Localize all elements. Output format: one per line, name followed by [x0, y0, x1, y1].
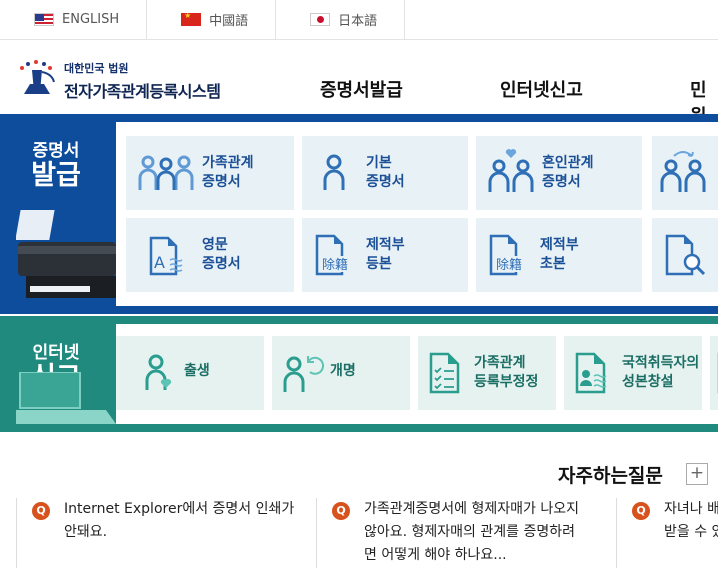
- faq-item-text: 자녀나 배 받을 수 있: [664, 501, 718, 540]
- card-label: 기본 증명서: [366, 155, 405, 190]
- register-document-icon: 除籍: [315, 234, 358, 276]
- id-document-icon: [575, 352, 607, 394]
- lang-english-link[interactable]: ENGLISH: [0, 0, 148, 39]
- card-label: 제적부 초본: [540, 237, 579, 272]
- printer-illustration: [16, 210, 116, 298]
- english-document-icon: A: [149, 236, 183, 276]
- section-title-big: 발급: [31, 160, 81, 191]
- person-icon: [323, 154, 345, 190]
- card-label: 출생: [184, 363, 210, 379]
- certificate-panel: 가족관계 증명서 기본 증명서 혼인관계 증명서 A 영문 증명서 除籍 제적부…: [116, 122, 718, 306]
- card-birth-report[interactable]: 출생: [116, 336, 264, 410]
- nav-certificate[interactable]: 증명서발급: [320, 76, 403, 102]
- lang-label: 中國語: [209, 14, 249, 29]
- card-family-relation-certificate[interactable]: 가족관계 증명서: [126, 136, 294, 210]
- site-logo[interactable]: 대한민국 법원 전자가족관계등록시스템: [14, 60, 221, 102]
- faq-item[interactable]: Q 자녀나 배 받을 수 있: [632, 498, 718, 568]
- search-document-icon: [665, 234, 706, 276]
- us-flag-icon: [34, 13, 54, 26]
- card-certificate-verify[interactable]: [652, 218, 718, 292]
- faq-item-text: Internet Explorer에서 증명서 인쇄가 안돼요.: [64, 501, 295, 540]
- lang-label: 日本語: [338, 14, 378, 29]
- certificate-section: 증명서 발급 가족관계 증명서 기본 증명서 혼인관계 증명서 A 영문 증명서…: [0, 114, 718, 314]
- logo-subtitle: 대한민국 법원: [64, 62, 129, 75]
- birth-icon: [145, 354, 172, 390]
- internet-report-panel: 출생 개명 가족관계 등록부정정 국적취득자의 성본창설: [116, 324, 718, 424]
- faq-divider: [616, 498, 617, 568]
- faq-more-button[interactable]: +: [686, 463, 708, 485]
- svg-text:A: A: [154, 253, 165, 272]
- question-badge: Q: [332, 502, 350, 520]
- card-label: 제적부 등본: [366, 237, 405, 272]
- card-label: 개명: [330, 363, 356, 379]
- card-naturalized-surname[interactable]: 국적취득자의 성본창설: [564, 336, 702, 410]
- card-label: 혼인관계 증명서: [542, 155, 594, 190]
- card-more-report[interactable]: [710, 336, 718, 410]
- cn-flag-icon: [181, 11, 202, 26]
- card-register-correction[interactable]: 가족관계 등록부정정: [418, 336, 556, 410]
- jp-flag-icon: [310, 13, 331, 26]
- court-logo-icon: [20, 60, 55, 94]
- language-bar: ENGLISH 中國語 日本語: [0, 0, 718, 40]
- family-icon: [138, 155, 194, 190]
- lang-chinese-link[interactable]: 中國語: [147, 0, 277, 39]
- header: 대한민국 법원 전자가족관계등록시스템 증명서발급 인터넷신고 민원: [0, 40, 718, 127]
- rename-icon: [283, 356, 325, 392]
- faq-divider: [16, 498, 17, 568]
- card-removed-register-copy[interactable]: 除籍 제적부 등본: [302, 218, 468, 292]
- card-english-certificate[interactable]: A 영문 증명서: [126, 218, 294, 292]
- card-marriage-certificate[interactable]: 혼인관계 증명서: [476, 136, 642, 210]
- internet-report-section: 인터넷 신고 출생 개명: [0, 316, 718, 432]
- badge-text: 除籍: [496, 257, 522, 273]
- badge-text: 除籍: [322, 257, 348, 273]
- faq-item-text: 가족관계증명서에 형제자매가 나오지 않아요. 형제자매의 관계를 증명하려 면…: [364, 501, 579, 563]
- couple-heart-icon: [488, 149, 534, 192]
- faq-divider: [316, 498, 317, 568]
- certificate-section-title: 증명서 발급: [16, 136, 96, 191]
- page: ENGLISH 中國語 日本語 대한민국 법원 전자가족관계등록시스템: [0, 0, 718, 586]
- lang-japanese-link[interactable]: 日本語: [276, 0, 406, 39]
- laptop-illustration: [16, 372, 116, 424]
- section-title-small: 인터넷: [32, 343, 80, 363]
- card-label: 가족관계 증명서: [202, 155, 254, 190]
- card-rename-report[interactable]: 개명: [272, 336, 410, 410]
- nav-internet-report[interactable]: 인터넷신고: [500, 76, 583, 102]
- register-document-icon: 除籍: [489, 234, 532, 276]
- checklist-document-icon: [429, 352, 460, 394]
- faq-title: 자주하는질문: [558, 465, 663, 487]
- card-adoption-certificate[interactable]: [652, 136, 718, 210]
- question-badge: Q: [32, 502, 50, 520]
- couple-exchange-icon: [660, 151, 706, 192]
- card-label: 영문 증명서: [202, 237, 241, 272]
- question-badge: Q: [632, 502, 650, 520]
- card-removed-register-extract[interactable]: 除籍 제적부 초본: [476, 218, 642, 292]
- section-title-small: 증명서: [32, 141, 80, 161]
- lang-label: ENGLISH: [62, 12, 120, 27]
- logo-title: 전자가족관계등록시스템: [64, 82, 221, 101]
- card-basic-certificate[interactable]: 기본 증명서: [302, 136, 468, 210]
- card-label: 가족관계 등록부정정: [474, 355, 539, 390]
- card-label: 국적취득자의 성본창설: [622, 355, 700, 390]
